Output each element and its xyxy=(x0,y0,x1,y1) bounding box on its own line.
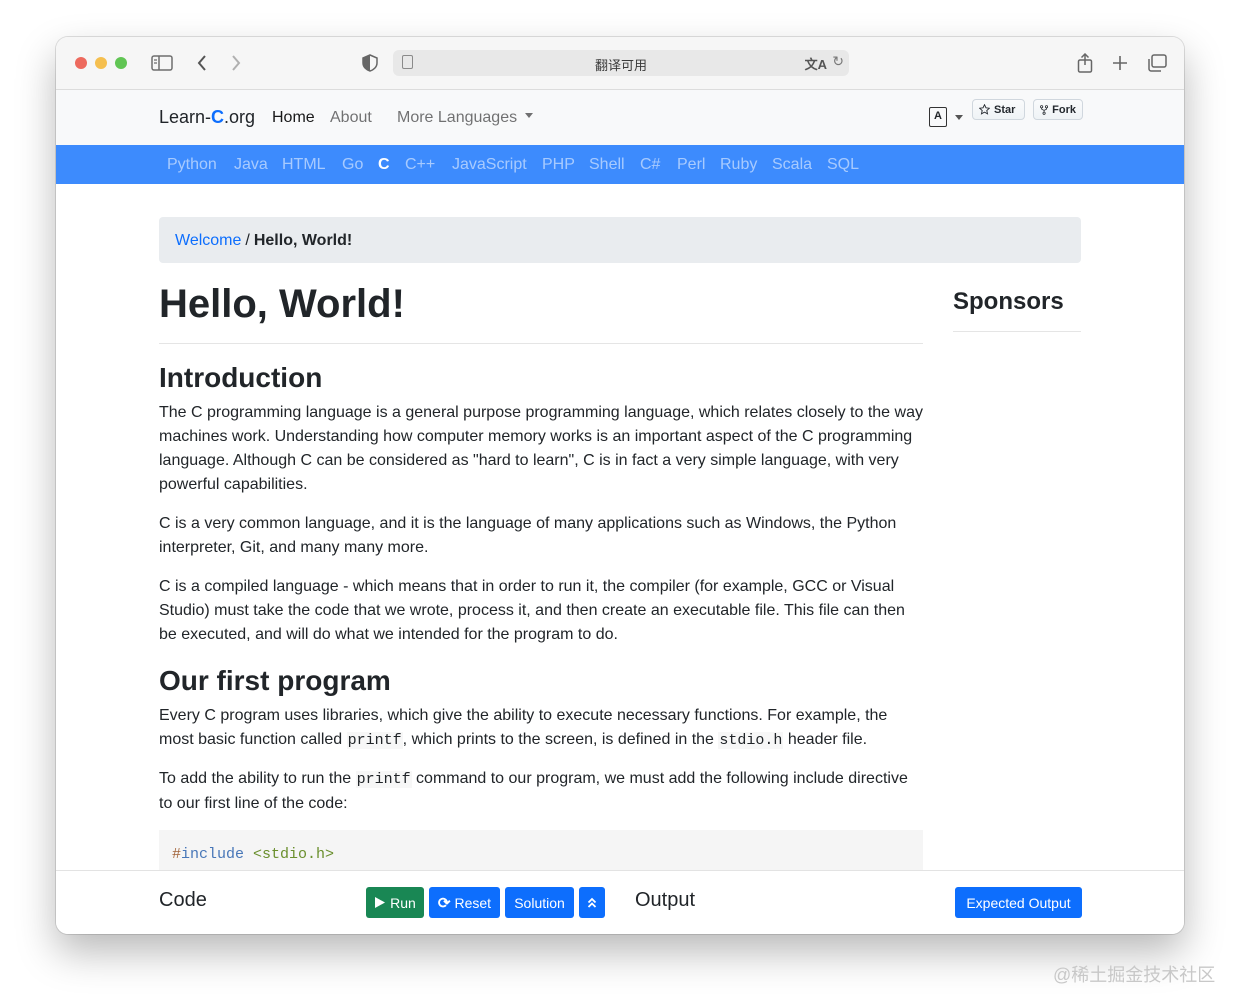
code-include-keyword: include xyxy=(181,846,245,863)
page-title: Hello, World! xyxy=(159,282,405,326)
brand-prefix: Learn- xyxy=(159,107,212,127)
brand-suffix: .org xyxy=(224,107,256,127)
program-p1-text-c: header file. xyxy=(783,731,868,748)
lang-cpp[interactable]: C++ xyxy=(405,156,435,174)
fork-label: Fork xyxy=(1052,103,1076,116)
watermark: @稀土掘金技术社区 xyxy=(1053,965,1216,985)
star-label: Star xyxy=(994,103,1016,116)
printf-code-2: printf xyxy=(355,771,412,788)
code-header-name: <stdio.h> xyxy=(244,846,335,863)
code-line: #include <stdio.h> xyxy=(172,846,334,863)
brand-c: C xyxy=(211,107,225,127)
sidebar-toggle-icon[interactable] xyxy=(150,51,174,75)
browser-window: 翻译可用 文A ↻ Learn-C.org Home About More La… xyxy=(56,37,1184,934)
program-p2-text-a: To add the ability to run the xyxy=(159,770,356,787)
breadcrumb-welcome-link[interactable]: Welcome xyxy=(175,232,241,249)
intro-paragraph-2: C is a very common language, and it is t… xyxy=(159,515,897,556)
reload-icon[interactable]: ↻ xyxy=(832,53,844,70)
lang-java[interactable]: Java xyxy=(234,156,268,174)
github-star-button[interactable]: Star xyxy=(972,99,1025,120)
dropdown-caret-icon xyxy=(525,113,534,119)
lang-csharp[interactable]: C# xyxy=(640,156,660,174)
double-chevron-up-icon xyxy=(587,897,597,908)
program-paragraph-2: To add the ability to run the printf com… xyxy=(159,767,923,816)
sponsors-title: Sponsors xyxy=(953,288,1064,315)
title-divider xyxy=(159,343,923,344)
editor-toolbar: Code Run ⟳ Reset Solution Output Expecte… xyxy=(56,870,1184,934)
expected-output-label: Expected Output xyxy=(966,894,1071,911)
refresh-icon: ⟳ xyxy=(437,894,451,912)
lang-python[interactable]: Python xyxy=(167,156,217,174)
lang-sql[interactable]: SQL xyxy=(827,156,859,174)
browser-toolbar: 翻译可用 文A ↻ xyxy=(56,37,1184,90)
star-icon xyxy=(979,104,990,115)
nav-more-languages[interactable]: More Languages xyxy=(397,109,534,127)
code-hash: # xyxy=(172,846,182,863)
printf-code: printf xyxy=(346,732,403,749)
site-navbar: Learn-C.org Home About More Languages A … xyxy=(56,90,1184,145)
reset-button[interactable]: ⟳ Reset xyxy=(429,887,500,918)
breadcrumb-separator: / xyxy=(245,232,250,249)
address-text: 翻译可用 xyxy=(594,58,647,73)
solution-label: Solution xyxy=(514,894,565,911)
breadcrumb: Welcome / Hello, World! xyxy=(159,217,1081,263)
output-label: Output xyxy=(635,889,696,911)
program-paragraph-1: Every C program uses libraries, which gi… xyxy=(159,704,923,753)
back-arrow-icon[interactable] xyxy=(190,51,214,75)
language-bar: Python Java HTML Go C C++ JavaScript PHP… xyxy=(56,145,1184,184)
solution-button[interactable]: Solution xyxy=(505,887,574,918)
privacy-shield-icon[interactable] xyxy=(358,51,382,75)
introduction-heading: Introduction xyxy=(159,362,323,393)
new-tab-icon[interactable] xyxy=(1108,51,1132,75)
language-picker[interactable]: A xyxy=(929,107,965,129)
reset-label: Reset xyxy=(454,894,492,911)
first-program-heading: Our first program xyxy=(159,665,391,696)
lang-ruby[interactable]: Ruby xyxy=(720,156,757,174)
lang-c[interactable]: C xyxy=(378,156,390,174)
code-snippet: #include <stdio.h> xyxy=(159,830,923,875)
site-logo[interactable]: Learn-C.org xyxy=(159,107,255,128)
lang-php[interactable]: PHP xyxy=(542,156,575,174)
forward-arrow-icon[interactable] xyxy=(224,51,248,75)
run-button[interactable]: Run xyxy=(366,887,424,918)
play-icon xyxy=(375,897,386,908)
lang-html[interactable]: HTML xyxy=(282,156,326,174)
more-languages-label: More Languages xyxy=(397,109,518,126)
lang-javascript[interactable]: JavaScript xyxy=(452,156,527,174)
sponsors-divider xyxy=(953,331,1081,332)
expected-output-button[interactable]: Expected Output xyxy=(955,887,1082,918)
lang-perl[interactable]: Perl xyxy=(677,156,705,174)
code-label: Code xyxy=(159,889,207,911)
address-bar[interactable]: 翻译可用 文A ↻ xyxy=(393,50,849,76)
run-label: Run xyxy=(390,894,416,911)
expand-button[interactable] xyxy=(579,887,605,918)
translate-language-icon: A xyxy=(929,107,947,127)
close-window-button[interactable] xyxy=(75,57,87,69)
lang-shell[interactable]: Shell xyxy=(589,156,625,174)
chevron-down-icon xyxy=(955,115,963,120)
lang-go[interactable]: Go xyxy=(342,156,363,174)
intro-paragraph-3: C is a compiled language - which means t… xyxy=(159,578,905,643)
tab-overview-icon[interactable] xyxy=(1145,51,1169,75)
nav-home[interactable]: Home xyxy=(272,109,315,127)
stdio-code: stdio.h xyxy=(718,732,784,749)
breadcrumb-current: Hello, World! xyxy=(253,232,353,249)
program-p1-text-b: , which prints to the screen, is defined… xyxy=(402,731,719,748)
nav-about[interactable]: About xyxy=(330,109,372,127)
intro-paragraph-1: The C programming language is a general … xyxy=(159,404,923,493)
github-fork-button[interactable]: Fork xyxy=(1033,99,1083,120)
lang-scala[interactable]: Scala xyxy=(772,156,812,174)
minimize-window-button[interactable] xyxy=(95,57,107,69)
translate-icon[interactable]: 文A xyxy=(805,54,827,73)
share-icon[interactable] xyxy=(1073,51,1097,75)
zoom-window-button[interactable] xyxy=(115,57,127,69)
fork-icon xyxy=(1040,104,1049,115)
